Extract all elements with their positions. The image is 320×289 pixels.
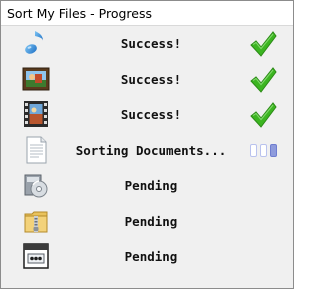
task-row-photos: Success! bbox=[1, 62, 293, 98]
task-status-text: Success! bbox=[120, 71, 182, 87]
success-check-icon bbox=[247, 65, 279, 95]
window-title: Sort My Files - Progress bbox=[7, 5, 152, 21]
film-strip-icon bbox=[21, 99, 51, 129]
task-status-text: Pending bbox=[124, 213, 178, 229]
software-installer-icon bbox=[21, 170, 51, 200]
progress-indicator bbox=[247, 136, 279, 166]
progress-segment-active bbox=[269, 144, 277, 157]
task-status-text: Pending bbox=[124, 249, 178, 264]
task-status-text: Sorting Documents... bbox=[75, 142, 227, 158]
task-row-archives: Pending bbox=[1, 204, 293, 240]
success-check-icon bbox=[247, 29, 279, 59]
task-row-music: Success! bbox=[1, 26, 293, 62]
title-bar: Sort My Files - Progress bbox=[1, 1, 293, 26]
task-row-videos: Success! bbox=[1, 97, 293, 133]
progress-segment bbox=[249, 144, 257, 157]
task-row-documents: Sorting Documents... bbox=[1, 133, 293, 169]
document-page-icon bbox=[21, 135, 51, 165]
zip-folder-icon bbox=[21, 206, 51, 236]
success-check-icon bbox=[247, 100, 279, 130]
task-status-text: Pending bbox=[124, 178, 178, 193]
task-row-software: Pending bbox=[1, 168, 293, 204]
task-row-applications: Pending bbox=[1, 239, 293, 275]
music-note-icon bbox=[21, 28, 51, 58]
task-status-text: Success! bbox=[120, 107, 182, 122]
task-list: Success! Success! Success! Sorting Docum… bbox=[1, 26, 293, 275]
photo-album-icon bbox=[21, 64, 51, 94]
progress-window: Sort My Files - Progress Success! Succes… bbox=[0, 0, 294, 289]
task-status-text: Success! bbox=[120, 36, 182, 51]
progress-segment bbox=[259, 144, 267, 157]
application-window-icon bbox=[21, 241, 51, 271]
